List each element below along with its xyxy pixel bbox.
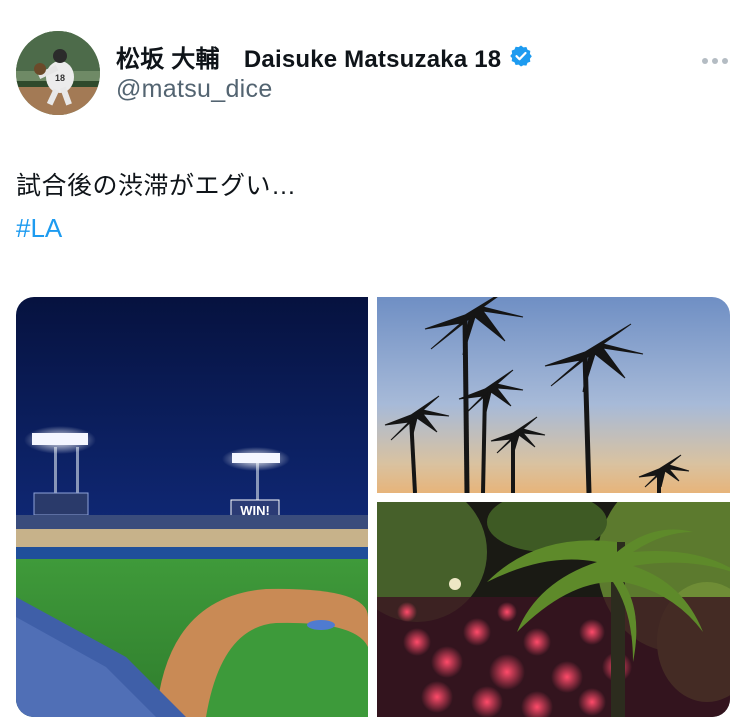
media-grid: WIN! (16, 297, 730, 717)
tweet-text: 試合後の渋滞がエグい… (16, 172, 297, 200)
user-handle[interactable]: @matsu_dice (116, 75, 273, 104)
avatar[interactable]: 18 (16, 31, 100, 115)
photo-palm-trees[interactable] (377, 297, 730, 493)
photo-stadium[interactable]: WIN! (16, 297, 368, 717)
avatar-jersey-number: 18 (55, 73, 65, 83)
tweet-header: 18 松坂 大輔 Daisuke Matsuzaka 18 @matsu_dic… (16, 31, 731, 115)
hashtag-link[interactable]: #LA (16, 213, 62, 244)
more-options-icon[interactable] (701, 53, 729, 64)
display-name[interactable]: 松坂 大輔 Daisuke Matsuzaka 18 (116, 39, 501, 74)
photo-traffic[interactable] (377, 502, 730, 717)
name-row: 松坂 大輔 Daisuke Matsuzaka 18 (116, 39, 533, 74)
verified-badge-icon (509, 44, 533, 68)
